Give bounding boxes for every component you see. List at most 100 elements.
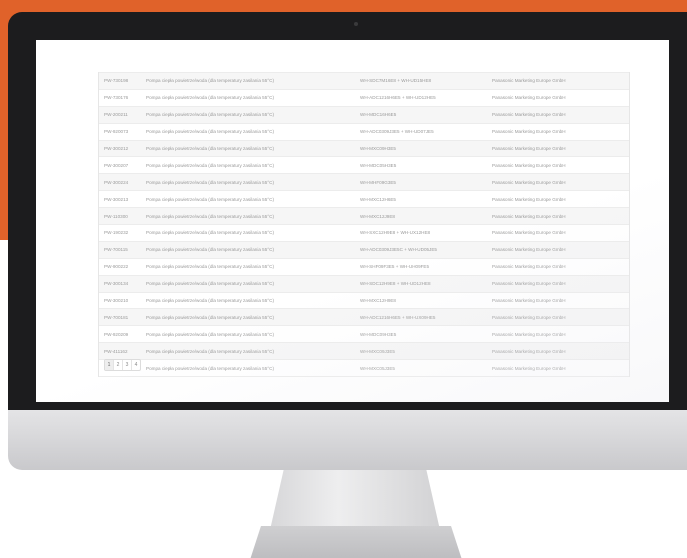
cell-id: PW-190232 [99,224,141,242]
cell-company: Panasonic Marketing Europe GmbH [487,207,629,225]
cell-company: Panasonic Marketing Europe GmbH [487,308,629,326]
cell-id: PW-300210 [99,291,141,309]
cell-id: PW-300207 [99,156,141,174]
table-row[interactable]: PW-730176 Pompa ciepła powietrze/woda (dl… [99,88,629,107]
cell-company: Panasonic Marketing Europe GmbH [487,274,629,293]
cell-type: Pompa ciepła powietrze/woda (dla tempera… [141,122,355,141]
cell-type: Pompa ciepła powietrze/woda (dla tempera… [141,207,355,225]
table-row[interactable]: PW-310558Pompa ciepła powietrze/woda (dl… [99,359,629,378]
cell-company: Panasonic Marketing Europe GmbH [487,173,629,191]
cell-company: Panasonic Marketing Europe GmbH [487,240,629,259]
cell-id: PW-920073 [99,122,141,141]
cell-id: PW-730198 [99,72,141,90]
cell-type: Pompa ciepła powietrze/woda (dla tempera… [141,257,355,276]
cell-model: WH-MDC05H3E5 [355,156,487,174]
table-row[interactable]: PW-300210 Pompa ciepła powietrze/woda (dl… [99,291,629,309]
cell-company: Panasonic Marketing Europe GmbH [487,291,629,309]
table-row[interactable]: PW-190232 Pompa ciepła powietrze/woda (dl… [99,224,629,242]
cell-model: WH-SHF09F3E5 + WH-UH09FE5 [355,257,487,276]
cell-type: Pompa ciepła powietrze/woda (dla tempera… [141,173,355,191]
cell-company: Panasonic Marketing Europe GmbH [487,105,629,124]
product-table: PW-730198 Pompa ciepła powietrze/woda (dl… [99,72,629,378]
cell-model: WH-MHF09G3E5 [355,173,487,191]
table-row[interactable]: PW-900222 Pompa ciepła powietrze/woda (dl… [99,257,629,276]
cell-model: WH-MXC12H9E8 [355,291,487,309]
cell-type: Pompa ciepła powietrze/woda (dla tempera… [141,139,355,157]
cell-model: WH-MDC09H3E5 [355,325,487,343]
table-row[interactable]: PW-920209 Pompa ciepła powietrze/woda (dl… [99,325,629,343]
cell-type: Pompa ciepła powietrze/woda (dla tempera… [141,72,355,90]
monitor-chin [8,410,687,470]
cell-model: WH-SXC12H9E8 + WH-UX12HE8 [355,224,487,242]
table-row[interactable]: PW-920073 Pompa ciepła powietrze/woda (dl… [99,122,629,141]
cell-company: Panasonic Marketing Europe GmbH [487,156,629,174]
page-link-4[interactable]: 4 [132,360,140,370]
table-row[interactable]: PW-411162 Pompa ciepła powietrze/woda (dl… [99,342,629,360]
table-row[interactable]: PW-300134 Pompa ciepła powietrze/woda (dl… [99,274,629,293]
cell-type: Pompa ciepła powietrze/woda (dla tempera… [141,359,355,378]
cell-id: PW-920209 [99,325,141,343]
table-row[interactable]: PW-300207 Pompa ciepła powietrze/woda (dl… [99,156,629,174]
cell-type: Pompa ciepła powietrze/woda (dla tempera… [141,240,355,259]
product-table-body: PW-730198 Pompa ciepła powietrze/woda (dl… [99,72,629,378]
pagination: 1234 [104,359,141,371]
monitor-scene: PW-730198 Pompa ciepła powietrze/woda (dl… [0,0,687,558]
cell-id: PW-730176 [99,88,141,107]
table-row[interactable]: PW-110300 Pompa ciepła powietrze/woda (dl… [99,207,629,225]
cell-model: WH-ADC1216H6E5 + WH-UX09HE5 [355,308,487,326]
cell-type: Pompa ciepła powietrze/woda (dla tempera… [141,105,355,124]
table-row[interactable]: PW-300213 Pompa ciepła powietrze/woda (dl… [99,190,629,208]
cell-model: WH-ADC0309J3E5 + WH-UD07JE5 [355,122,487,141]
page-link-3[interactable]: 3 [123,360,132,370]
cell-type: Pompa ciepła powietrze/woda (dla tempera… [141,274,355,293]
cell-model: WH-ADC0309J3E5C + WH-UD05JE5 [355,240,487,259]
monitor-stand-neck [270,470,440,530]
cell-company: Panasonic Marketing Europe GmbH [487,190,629,208]
cell-type: Pompa ciepła powietrze/woda (dla tempera… [141,224,355,242]
cell-id: PW-300134 [99,274,141,293]
cell-company: Panasonic Marketing Europe GmbH [487,88,629,107]
cell-model: WH-SDC7M16E8 + WH-UD15HE8 [355,72,487,90]
cell-company: Panasonic Marketing Europe GmbH [487,342,629,360]
table-row[interactable]: PW-700115 Pompa ciepła powietrze/woda (dl… [99,240,629,259]
cell-type: Pompa ciepła powietrze/woda (dla tempera… [141,190,355,208]
cell-type: Pompa ciepła powietrze/woda (dla tempera… [141,342,355,360]
cell-type: Pompa ciepła powietrze/woda (dla tempera… [141,291,355,309]
cell-company: Panasonic Marketing Europe GmbH [487,257,629,276]
cell-model: WH-MXC05J3E5 [355,359,487,378]
cell-model: WH-MXC09H3E5 [355,139,487,157]
cell-model: WH-MXC12H6E5 [355,190,487,208]
cell-id: PW-900222 [99,257,141,276]
monitor-screen: PW-730198 Pompa ciepła powietrze/woda (dl… [36,40,669,402]
cell-id: PW-411162 [99,342,141,360]
cell-type: Pompa ciepła powietrze/woda (dla tempera… [141,156,355,174]
page-link-1[interactable]: 1 [105,360,114,370]
table-row[interactable]: PW-730198 Pompa ciepła powietrze/woda (dl… [99,72,629,90]
cell-type: Pompa ciepła powietrze/woda (dla tempera… [141,88,355,107]
table-row[interactable]: PW-200211 Pompa ciepła powietrze/woda (dl… [99,105,629,124]
cell-company: Panasonic Marketing Europe GmbH [487,139,629,157]
page-link-2[interactable]: 2 [114,360,123,370]
table-row[interactable]: PW-700181 Pompa ciepła powietrze/woda (dl… [99,308,629,326]
table-row[interactable]: PW-300212 Pompa ciepła powietrze/woda (dl… [99,139,629,157]
cell-id: PW-700115 [99,240,141,259]
product-table-container: PW-730198 Pompa ciepła powietrze/woda (dl… [98,72,630,378]
cell-model: WH-MDC16H6E5 [355,105,487,124]
cell-id: PW-300213 [99,190,141,208]
cell-id: PW-700181 [99,308,141,326]
camera-dot [354,22,358,26]
cell-model: WH-MXC12J9E8 [355,207,487,225]
monitor-stand-foot [248,526,464,558]
cell-model: WH-ADC1216H6E5 + WH-UD12HE5 [355,88,487,107]
cell-company: Panasonic Marketing Europe GmbH [487,359,629,378]
cell-company: Panasonic Marketing Europe GmbH [487,122,629,141]
cell-model: WH-SDC12H9E8 + WH-UD12HE8 [355,274,487,293]
cell-type: Pompa ciepła powietrze/woda (dla tempera… [141,308,355,326]
cell-type: Pompa ciepła powietrze/woda (dla tempera… [141,325,355,343]
table-row[interactable]: PW-300224 Pompa ciepła powietrze/woda (dl… [99,173,629,191]
cell-id: PW-300212 [99,139,141,157]
cell-id: PW-110300 [99,207,141,225]
cell-id: PW-300224 [99,173,141,191]
cell-model: WH-MXC09J3E5 [355,342,487,360]
cell-company: Panasonic Marketing Europe GmbH [487,72,629,90]
